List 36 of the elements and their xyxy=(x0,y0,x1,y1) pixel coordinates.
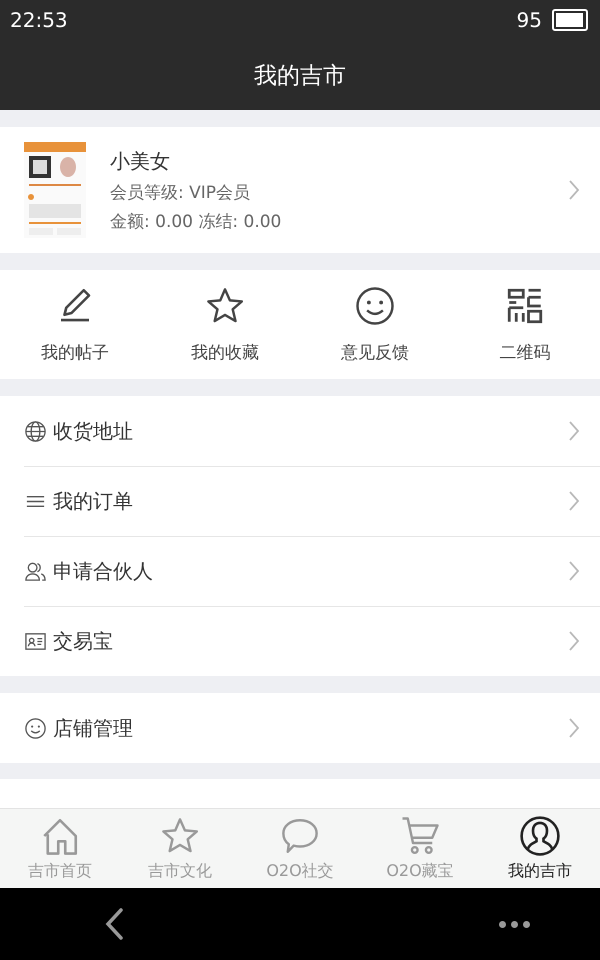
page-title: 我的吉市 xyxy=(254,62,346,90)
globe-icon xyxy=(24,420,47,442)
shortcut-button[interactable]: 我的收藏 xyxy=(150,270,300,379)
user-icon xyxy=(519,815,561,857)
menu-row[interactable]: 收货地址 xyxy=(0,396,600,466)
shortcut-button[interactable]: 意见反馈 xyxy=(300,270,450,379)
chevron-right-icon xyxy=(568,560,580,582)
menu-row[interactable]: 交易宝 xyxy=(0,606,600,676)
menu-row[interactable]: 我的订单 xyxy=(0,466,600,536)
menu-label: 收货地址 xyxy=(53,418,134,444)
chevron-right-icon xyxy=(568,717,580,739)
person-icon xyxy=(24,560,47,582)
smiley-icon xyxy=(354,285,396,327)
chevron-right-icon xyxy=(568,420,580,442)
menu-label: 我的订单 xyxy=(53,488,134,514)
menu-label: 申请合伙人 xyxy=(53,558,154,584)
profile-card[interactable]: 小美女 会员等级: VIP会员 金额: 0.00 冻结: 0.00 xyxy=(0,127,600,253)
smiley-icon xyxy=(24,716,47,740)
tab-item[interactable]: 我的吉市 xyxy=(480,809,600,888)
menu-label: 店铺管理 xyxy=(53,714,134,742)
back-icon[interactable] xyxy=(104,907,124,941)
user-name: 小美女 xyxy=(110,148,171,174)
menu-row[interactable]: 申请合伙人 xyxy=(0,536,600,606)
chevron-right-icon xyxy=(568,630,580,652)
menu-row[interactable]: 店铺管理 xyxy=(0,693,600,763)
chevron-right-icon xyxy=(568,179,580,201)
shortcut-button[interactable]: 我的帖子 xyxy=(0,270,150,379)
shortcut-button[interactable]: 二维码 xyxy=(450,270,600,379)
chevron-right-icon xyxy=(568,490,580,512)
status-time: 22:53 xyxy=(10,8,68,32)
menu-label: 交易宝 xyxy=(53,628,114,654)
balance-text: 金额: 0.00 冻结: 0.00 xyxy=(110,210,282,232)
battery-level: 95 xyxy=(516,8,542,32)
member-level: 会员等级: VIP会员 xyxy=(110,182,252,204)
more-icon[interactable] xyxy=(499,920,530,928)
battery-icon xyxy=(552,9,588,31)
